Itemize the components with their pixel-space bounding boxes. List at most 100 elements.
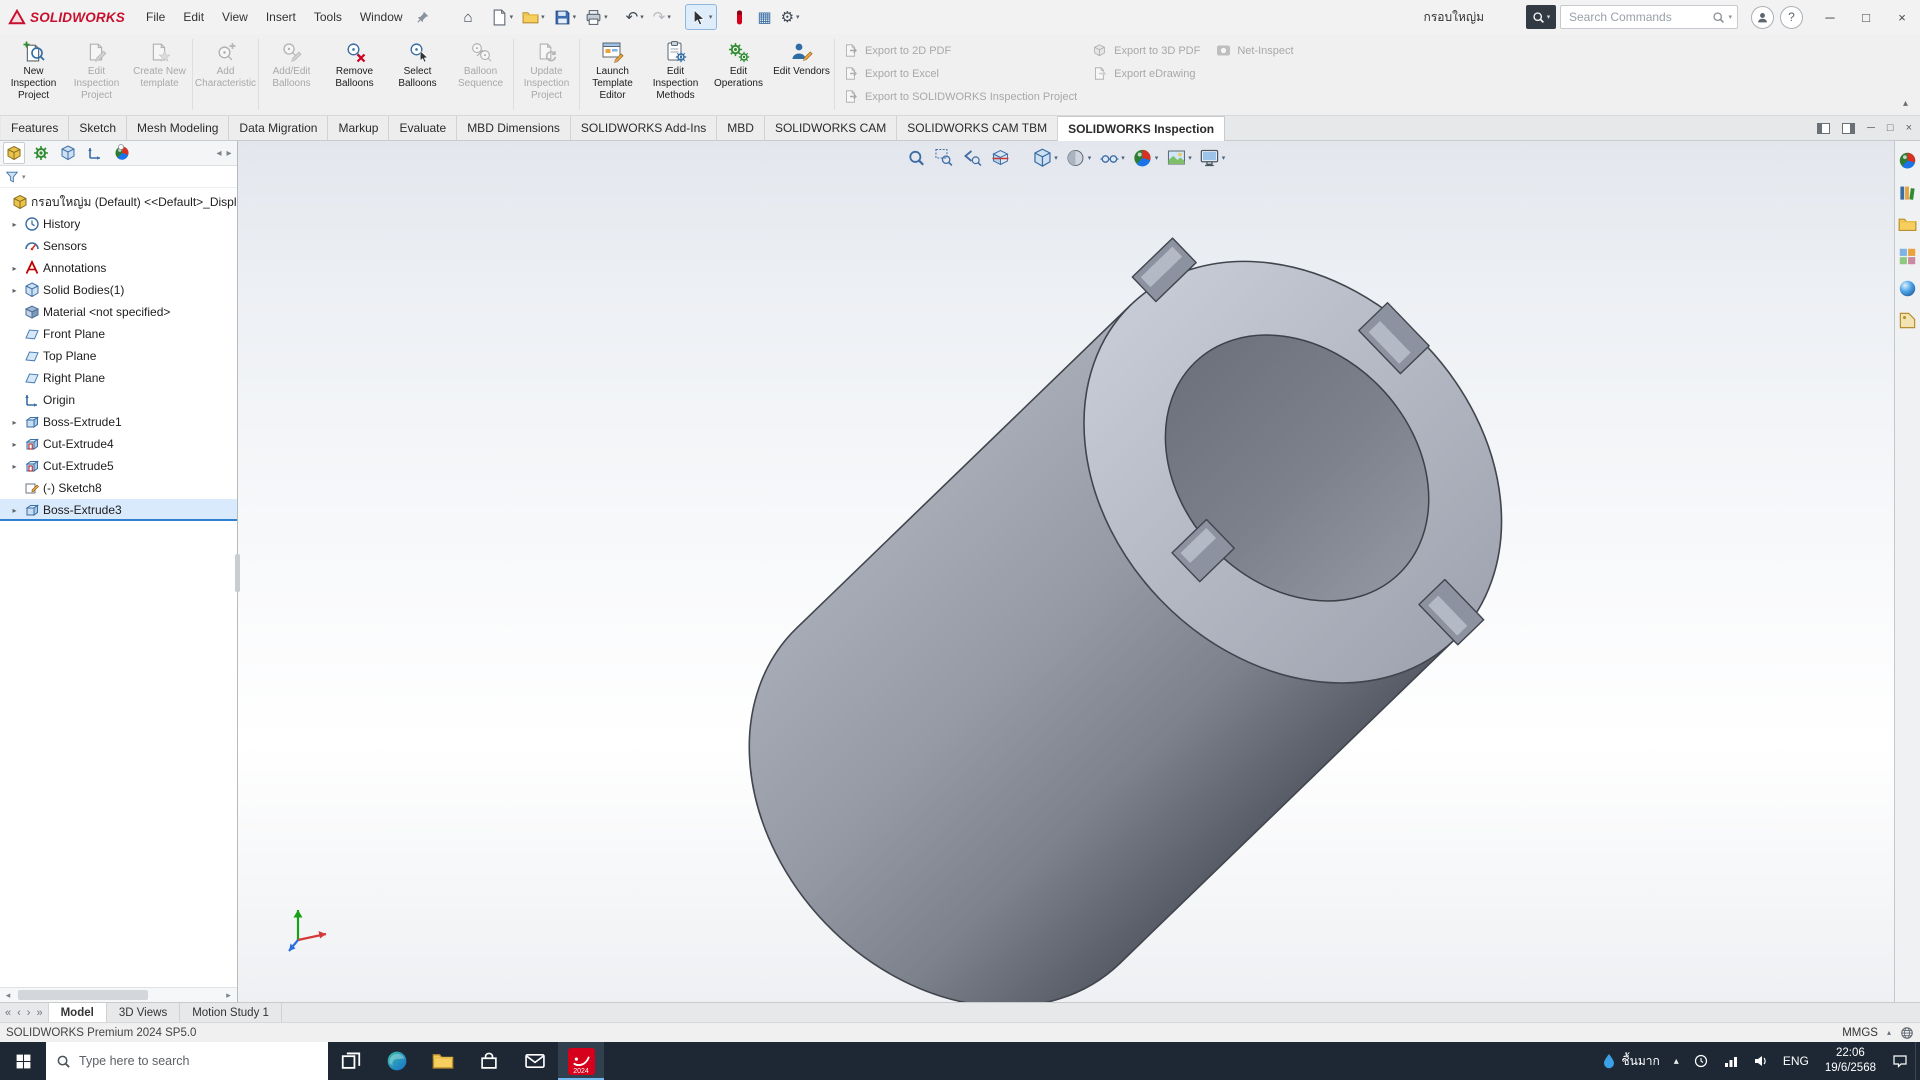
tab-model[interactable]: Model <box>49 1003 107 1022</box>
export-excel-button[interactable]: Export to Excel <box>844 66 939 81</box>
globe-icon[interactable] <box>1900 1026 1914 1040</box>
tray-clock-app[interactable] <box>1686 1042 1716 1080</box>
undo-button[interactable]: ↶▾ <box>622 4 648 30</box>
table-button[interactable]: ▦ <box>753 4 775 30</box>
hide-show-items-button[interactable]: ▾ <box>1096 145 1128 171</box>
launch-template-editor-button[interactable]: Launch Template Editor <box>581 35 644 114</box>
edge-button[interactable] <box>374 1042 420 1080</box>
home-button[interactable]: ⌂ <box>460 4 477 30</box>
scrollbar-thumb[interactable] <box>18 990 148 1000</box>
menu-view[interactable]: View <box>213 0 257 34</box>
open-button[interactable]: ▾ <box>518 4 549 30</box>
expand-arrow-icon[interactable]: ▸ <box>8 264 21 273</box>
microsoft-store-button[interactable] <box>466 1042 512 1080</box>
new-inspection-project-button[interactable]: New Inspection Project <box>2 35 65 114</box>
chevron-down-icon[interactable]: ▾ <box>796 13 800 21</box>
export-3d-pdf-button[interactable]: Export to 3D PDF <box>1093 43 1200 58</box>
chevron-down-icon[interactable]: ▾ <box>1155 154 1159 162</box>
add-edit-balloons-button[interactable]: Add/Edit Balloons <box>260 35 323 114</box>
last-tab-icon[interactable]: » <box>36 1007 42 1019</box>
scroll-right-icon[interactable]: ▸ <box>221 990 237 1001</box>
chevron-down-icon[interactable]: ▾ <box>1188 154 1192 162</box>
tree-item-sketch8[interactable]: (-) Sketch8 <box>0 477 237 499</box>
section-view-button[interactable] <box>987 145 1013 171</box>
action-center-button[interactable] <box>1885 1042 1915 1080</box>
view-settings-button[interactable]: ▾ <box>1197 145 1229 171</box>
tab-3d-views[interactable]: 3D Views <box>107 1003 180 1022</box>
tree-root-part[interactable]: กรอบใหญ่ม (Default) <<Default>_Displ <box>0 191 237 213</box>
expand-arrow-icon[interactable]: ▸ <box>8 220 21 229</box>
weather-widget[interactable]: ชื้นมาก <box>1594 1042 1667 1080</box>
tree-item-history[interactable]: ▸ History <box>0 213 237 235</box>
mail-button[interactable] <box>512 1042 558 1080</box>
save-button[interactable]: ▾ <box>550 4 581 30</box>
export-swip-button[interactable]: Export to SOLIDWORKS Inspection Project <box>844 89 1077 104</box>
remove-balloons-button[interactable]: Remove Balloons <box>323 35 386 114</box>
graphics-viewport[interactable]: ▾ ▾ ▾ ▾ ▾ ▾ <box>238 141 1894 1002</box>
tab-mbd[interactable]: MBD <box>717 116 765 140</box>
view-palette-icon[interactable] <box>1898 247 1917 266</box>
show-desktop-button[interactable] <box>1915 1042 1920 1080</box>
scrollbar-track[interactable] <box>16 988 221 1002</box>
chevron-down-icon[interactable]: ▾ <box>510 13 514 21</box>
design-library-icon[interactable] <box>1898 183 1917 202</box>
search-icon[interactable] <box>1712 11 1725 24</box>
tab-solidworks-cam[interactable]: SOLIDWORKS CAM <box>765 116 897 140</box>
tab-featuremanager-tree[interactable] <box>3 142 25 164</box>
solidworks-resources-icon[interactable] <box>1898 151 1917 170</box>
tab-mesh-modeling[interactable]: Mesh Modeling <box>127 116 229 140</box>
menu-window[interactable]: Window <box>351 0 412 34</box>
export-2d-pdf-button[interactable]: Export to 2D PDF <box>844 43 951 58</box>
tree-item-origin[interactable]: Origin <box>0 389 237 411</box>
tab-solidworks-cam-tbm[interactable]: SOLIDWORKS CAM TBM <box>897 116 1058 140</box>
tree-item-annotations[interactable]: ▸ Annotations <box>0 257 237 279</box>
maximize-button[interactable]: □ <box>1848 0 1884 34</box>
edit-inspection-methods-button[interactable]: Edit Inspection Methods <box>644 35 707 114</box>
select-balloons-button[interactable]: Select Balloons <box>386 35 449 114</box>
tree-item-top-plane[interactable]: Top Plane <box>0 345 237 367</box>
file-explorer-button[interactable] <box>420 1042 466 1080</box>
taskbar-search-input[interactable] <box>79 1054 318 1068</box>
tab-dimxpertmanager[interactable] <box>84 142 106 164</box>
next-tab-icon[interactable]: › <box>27 1007 31 1019</box>
clock[interactable]: 22:06 19/6/2568 <box>1816 1042 1885 1080</box>
user-account-button[interactable] <box>1751 6 1774 29</box>
edit-vendors-button[interactable]: Edit Vendors <box>770 35 833 114</box>
chevron-down-icon[interactable]: ▾ <box>1088 154 1092 162</box>
tab-sketch[interactable]: Sketch <box>69 116 127 140</box>
chevron-down-icon[interactable]: ▾ <box>1728 13 1732 21</box>
tree-item-cut-extrude5[interactable]: ▸ Cut-Extrude5 <box>0 455 237 477</box>
minimize-button[interactable]: ─ <box>1812 0 1848 34</box>
chevron-down-icon[interactable]: ▾ <box>1121 154 1125 162</box>
chevron-down-icon[interactable]: ▾ <box>1222 154 1226 162</box>
chevron-down-icon[interactable]: ▾ <box>1054 154 1058 162</box>
search-commands-box[interactable]: ▾ <box>1560 5 1738 29</box>
create-new-template-button[interactable]: Create New template <box>128 35 191 114</box>
units-dropdown-icon[interactable]: ▴ <box>1887 1028 1891 1037</box>
tree-item-cut-extrude4[interactable]: ▸ Cut-Extrude4 <box>0 433 237 455</box>
volume-status[interactable] <box>1746 1042 1776 1080</box>
doc-restore-icon[interactable]: □ <box>1887 122 1894 134</box>
file-explorer-icon[interactable] <box>1898 215 1917 234</box>
options-button[interactable]: ⚙▾ <box>777 4 804 30</box>
expand-arrow-icon[interactable]: ▸ <box>8 506 21 515</box>
tab-solidworks-inspection[interactable]: SOLIDWORKS Inspection <box>1058 116 1225 141</box>
scroll-left-icon[interactable]: ◂ <box>216 148 221 159</box>
chevron-down-icon[interactable]: ▾ <box>573 13 577 21</box>
tab-markup[interactable]: Markup <box>328 116 389 140</box>
show-hidden-icons-button[interactable]: ▴ <box>1667 1042 1686 1080</box>
language-indicator[interactable]: ENG <box>1776 1042 1816 1080</box>
custom-properties-icon[interactable] <box>1898 311 1917 330</box>
search-scope-button[interactable]: ▾ <box>1526 5 1556 29</box>
network-status[interactable] <box>1716 1042 1746 1080</box>
split-pane-left-icon[interactable] <box>1817 123 1830 134</box>
tree-item-material[interactable]: Material <not specified> <box>0 301 237 323</box>
menu-insert[interactable]: Insert <box>257 0 305 34</box>
filter-funnel-icon[interactable] <box>5 170 19 184</box>
edit-operations-button[interactable]: Edit Operations <box>707 35 770 114</box>
model-3d-cylinder[interactable] <box>238 141 1894 1002</box>
export-edrawing-button[interactable]: Export eDrawing <box>1093 66 1195 81</box>
print-button[interactable]: ▾ <box>581 4 612 30</box>
start-button[interactable] <box>0 1042 46 1080</box>
menu-edit[interactable]: Edit <box>174 0 213 34</box>
